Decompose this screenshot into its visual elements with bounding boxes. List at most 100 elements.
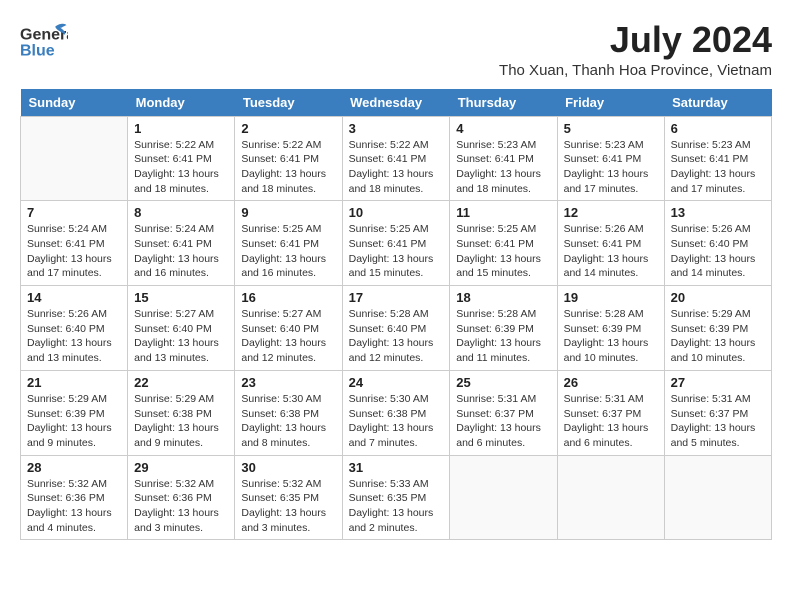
day-number: 7 xyxy=(27,205,121,220)
day-number: 19 xyxy=(564,290,658,305)
day-number: 3 xyxy=(349,121,444,136)
calendar-day-cell: 26 Sunrise: 5:31 AMSunset: 6:37 PMDayligh… xyxy=(557,370,664,455)
general-blue-logo-icon: General Blue xyxy=(20,20,68,64)
svg-text:Blue: Blue xyxy=(20,43,55,60)
day-number: 26 xyxy=(564,375,658,390)
day-of-week-header: Tuesday xyxy=(235,89,342,117)
day-info: Sunrise: 5:30 AMSunset: 6:38 PMDaylight:… xyxy=(349,392,444,451)
calendar-day-cell: 29 Sunrise: 5:32 AMSunset: 6:36 PMDayligh… xyxy=(128,455,235,540)
calendar-day-cell: 21 Sunrise: 5:29 AMSunset: 6:39 PMDayligh… xyxy=(21,370,128,455)
day-of-week-header: Thursday xyxy=(450,89,557,117)
day-number: 29 xyxy=(134,460,228,475)
day-info: Sunrise: 5:26 AMSunset: 6:40 PMDaylight:… xyxy=(27,307,121,366)
calendar-day-cell: 20 Sunrise: 5:29 AMSunset: 6:39 PMDayligh… xyxy=(664,286,771,371)
day-info: Sunrise: 5:26 AMSunset: 6:40 PMDaylight:… xyxy=(671,222,765,281)
day-number: 12 xyxy=(564,205,658,220)
calendar-day-cell: 23Sunrise: 5:30 AMSunset: 6:38 PMDayligh… xyxy=(235,370,342,455)
calendar-day-cell: 25 Sunrise: 5:31 AMSunset: 6:37 PMDayligh… xyxy=(450,370,557,455)
day-info: Sunrise: 5:30 AMSunset: 6:38 PMDaylight:… xyxy=(241,392,335,451)
day-info: Sunrise: 5:32 AMSunset: 6:36 PMDaylight:… xyxy=(27,477,121,536)
calendar-day-cell xyxy=(557,455,664,540)
calendar-day-cell: 12 Sunrise: 5:26 AMSunset: 6:41 PMDayligh… xyxy=(557,201,664,286)
calendar-day-cell: 22 Sunrise: 5:29 AMSunset: 6:38 PMDayligh… xyxy=(128,370,235,455)
day-info: Sunrise: 5:27 AMSunset: 6:40 PMDaylight:… xyxy=(241,307,335,366)
day-info: Sunrise: 5:31 AMSunset: 6:37 PMDaylight:… xyxy=(564,392,658,451)
day-number: 21 xyxy=(27,375,121,390)
calendar-day-cell: 27 Sunrise: 5:31 AMSunset: 6:37 PMDayligh… xyxy=(664,370,771,455)
day-number: 15 xyxy=(134,290,228,305)
day-info: Sunrise: 5:24 AMSunset: 6:41 PMDaylight:… xyxy=(134,222,228,281)
day-info: Sunrise: 5:25 AMSunset: 6:41 PMDaylight:… xyxy=(456,222,550,281)
day-of-week-header: Wednesday xyxy=(342,89,450,117)
calendar-day-cell: 5 Sunrise: 5:23 AMSunset: 6:41 PMDaylight… xyxy=(557,116,664,201)
calendar-table: SundayMondayTuesdayWednesdayThursdayFrid… xyxy=(20,89,772,541)
calendar-day-cell: 15 Sunrise: 5:27 AMSunset: 6:40 PMDayligh… xyxy=(128,286,235,371)
day-number: 8 xyxy=(134,205,228,220)
day-info: Sunrise: 5:22 AMSunset: 6:41 PMDaylight:… xyxy=(134,138,228,197)
calendar-day-cell: 30Sunrise: 5:32 AMSunset: 6:35 PMDayligh… xyxy=(235,455,342,540)
day-number: 20 xyxy=(671,290,765,305)
calendar-day-cell: 18Sunrise: 5:28 AMSunset: 6:39 PMDayligh… xyxy=(450,286,557,371)
calendar-week-row: 7 Sunrise: 5:24 AMSunset: 6:41 PMDaylight… xyxy=(21,201,772,286)
day-number: 24 xyxy=(349,375,444,390)
day-number: 16 xyxy=(241,290,335,305)
title-block: July 2024 Tho Xuan, Thanh Hoa Province, … xyxy=(499,20,772,79)
day-info: Sunrise: 5:27 AMSunset: 6:40 PMDaylight:… xyxy=(134,307,228,366)
calendar-day-cell: 19 Sunrise: 5:28 AMSunset: 6:39 PMDayligh… xyxy=(557,286,664,371)
day-info: Sunrise: 5:31 AMSunset: 6:37 PMDaylight:… xyxy=(671,392,765,451)
day-of-week-header: Saturday xyxy=(664,89,771,117)
day-number: 30 xyxy=(241,460,335,475)
day-number: 27 xyxy=(671,375,765,390)
day-info: Sunrise: 5:23 AMSunset: 6:41 PMDaylight:… xyxy=(564,138,658,197)
day-number: 10 xyxy=(349,205,444,220)
calendar-day-cell: 3Sunrise: 5:22 AMSunset: 6:41 PMDaylight… xyxy=(342,116,450,201)
day-number: 4 xyxy=(456,121,550,136)
day-info: Sunrise: 5:22 AMSunset: 6:41 PMDaylight:… xyxy=(241,138,335,197)
calendar-day-cell: 24 Sunrise: 5:30 AMSunset: 6:38 PMDayligh… xyxy=(342,370,450,455)
day-info: Sunrise: 5:29 AMSunset: 6:38 PMDaylight:… xyxy=(134,392,228,451)
day-number: 6 xyxy=(671,121,765,136)
day-number: 5 xyxy=(564,121,658,136)
day-number: 9 xyxy=(241,205,335,220)
calendar-day-cell: 13 Sunrise: 5:26 AMSunset: 6:40 PMDayligh… xyxy=(664,201,771,286)
day-info: Sunrise: 5:25 AMSunset: 6:41 PMDaylight:… xyxy=(349,222,444,281)
day-number: 1 xyxy=(134,121,228,136)
calendar-day-cell: 31Sunrise: 5:33 AMSunset: 6:35 PMDayligh… xyxy=(342,455,450,540)
calendar-day-cell: 17Sunrise: 5:28 AMSunset: 6:40 PMDayligh… xyxy=(342,286,450,371)
day-info: Sunrise: 5:28 AMSunset: 6:39 PMDaylight:… xyxy=(564,307,658,366)
day-info: Sunrise: 5:24 AMSunset: 6:41 PMDaylight:… xyxy=(27,222,121,281)
calendar-day-cell: 16 Sunrise: 5:27 AMSunset: 6:40 PMDayligh… xyxy=(235,286,342,371)
day-number: 2 xyxy=(241,121,335,136)
calendar-week-row: 28 Sunrise: 5:32 AMSunset: 6:36 PMDayligh… xyxy=(21,455,772,540)
day-info: Sunrise: 5:23 AMSunset: 6:41 PMDaylight:… xyxy=(456,138,550,197)
day-number: 25 xyxy=(456,375,550,390)
day-number: 28 xyxy=(27,460,121,475)
day-info: Sunrise: 5:31 AMSunset: 6:37 PMDaylight:… xyxy=(456,392,550,451)
calendar-day-cell xyxy=(450,455,557,540)
day-number: 14 xyxy=(27,290,121,305)
calendar-week-row: 14 Sunrise: 5:26 AMSunset: 6:40 PMDayligh… xyxy=(21,286,772,371)
day-info: Sunrise: 5:26 AMSunset: 6:41 PMDaylight:… xyxy=(564,222,658,281)
calendar-day-cell: 8 Sunrise: 5:24 AMSunset: 6:41 PMDaylight… xyxy=(128,201,235,286)
day-of-week-header: Friday xyxy=(557,89,664,117)
day-number: 17 xyxy=(349,290,444,305)
calendar-day-cell xyxy=(21,116,128,201)
day-number: 13 xyxy=(671,205,765,220)
logo: General Blue xyxy=(20,20,72,64)
calendar-day-cell: 28 Sunrise: 5:32 AMSunset: 6:36 PMDayligh… xyxy=(21,455,128,540)
day-info: Sunrise: 5:29 AMSunset: 6:39 PMDaylight:… xyxy=(27,392,121,451)
calendar-day-cell: 1 Sunrise: 5:22 AMSunset: 6:41 PMDaylight… xyxy=(128,116,235,201)
calendar-day-cell: 10 Sunrise: 5:25 AMSunset: 6:41 PMDayligh… xyxy=(342,201,450,286)
day-info: Sunrise: 5:32 AMSunset: 6:36 PMDaylight:… xyxy=(134,477,228,536)
day-of-week-header: Monday xyxy=(128,89,235,117)
calendar-day-cell xyxy=(664,455,771,540)
month-year-title: July 2024 xyxy=(499,20,772,60)
location-subtitle: Tho Xuan, Thanh Hoa Province, Vietnam xyxy=(499,62,772,79)
calendar-day-cell: 2 Sunrise: 5:22 AMSunset: 6:41 PMDaylight… xyxy=(235,116,342,201)
day-info: Sunrise: 5:29 AMSunset: 6:39 PMDaylight:… xyxy=(671,307,765,366)
day-number: 11 xyxy=(456,205,550,220)
page-header: General Blue July 2024 Tho Xuan, Thanh H… xyxy=(20,20,772,79)
calendar-day-cell: 14 Sunrise: 5:26 AMSunset: 6:40 PMDayligh… xyxy=(21,286,128,371)
calendar-day-cell: 11 Sunrise: 5:25 AMSunset: 6:41 PMDayligh… xyxy=(450,201,557,286)
day-number: 22 xyxy=(134,375,228,390)
